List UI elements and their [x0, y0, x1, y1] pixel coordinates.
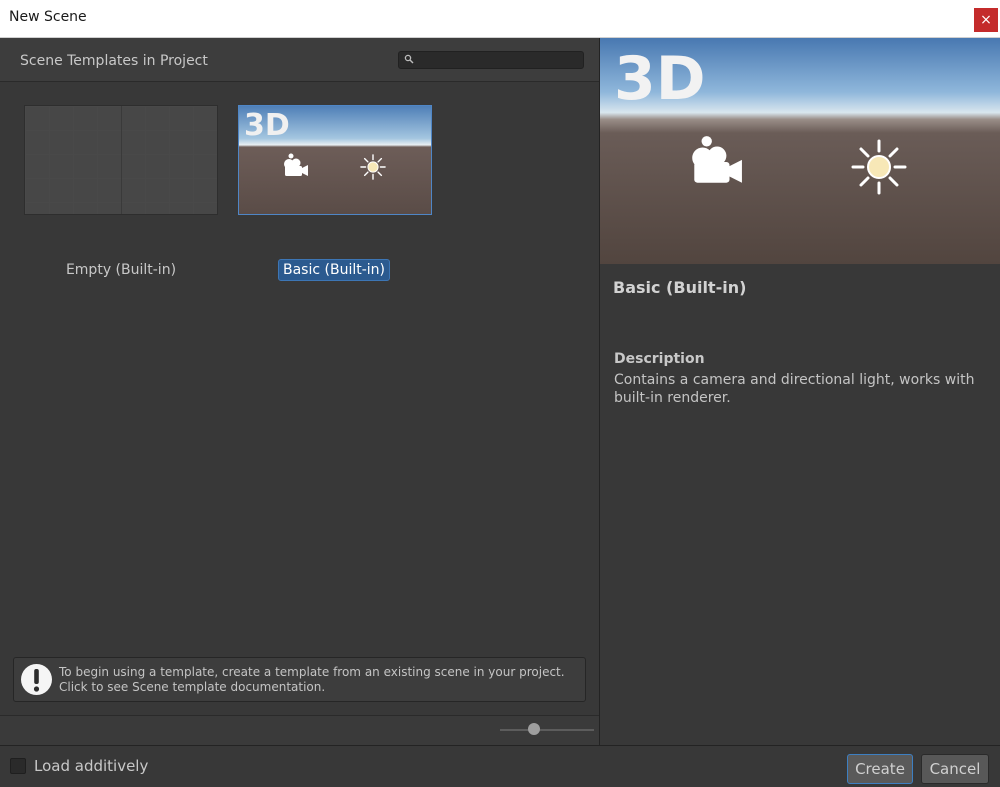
sun-icon	[360, 154, 386, 180]
info-box[interactable]: To begin using a template, create a temp…	[13, 657, 586, 702]
load-additively-label[interactable]: Load additively	[34, 757, 148, 775]
dialog-footer: Load additively Create Cancel	[0, 745, 1000, 787]
window-title: New Scene	[9, 9, 87, 25]
create-button[interactable]: Create	[847, 754, 913, 784]
description-text: Contains a camera and directional light,…	[614, 372, 975, 406]
title-bar: New Scene ×	[0, 0, 1000, 38]
zoom-bar	[0, 715, 599, 745]
template-card-basic[interactable]: 3D	[238, 105, 432, 215]
template-card-empty[interactable]	[24, 105, 218, 215]
templates-header-title: Scene Templates in Project	[20, 53, 208, 69]
camera-icon	[284, 153, 308, 176]
template-preview: 3D	[600, 38, 1000, 264]
warning-icon	[21, 664, 52, 695]
template-label-empty[interactable]: Empty (Built-in)	[24, 262, 218, 278]
close-icon[interactable]: ×	[974, 8, 998, 32]
sun-icon	[851, 139, 907, 195]
templates-pane: Scene Templates in Project Empty (Built-…	[0, 38, 599, 745]
description-heading: Description	[614, 351, 705, 367]
search-icon	[404, 54, 414, 64]
cancel-button[interactable]: Cancel	[921, 754, 989, 784]
load-additively-checkbox[interactable]	[10, 758, 26, 774]
thumb-3d-label: 3D	[244, 108, 290, 143]
camera-icon	[692, 136, 742, 183]
template-label-basic[interactable]: Basic (Built-in)	[278, 259, 390, 281]
template-name: Basic (Built-in)	[613, 278, 747, 297]
empty-divider	[121, 106, 122, 214]
zoom-slider-track[interactable]	[500, 729, 594, 731]
templates-header: Scene Templates in Project	[0, 38, 599, 82]
preview-3d-label: 3D	[614, 44, 706, 114]
details-pane: 3D Basic (Built-in) Description Contains…	[600, 38, 1000, 745]
zoom-slider-handle[interactable]	[528, 723, 540, 735]
info-text: To begin using a template, create a temp…	[59, 665, 565, 694]
search-input[interactable]	[398, 51, 584, 69]
